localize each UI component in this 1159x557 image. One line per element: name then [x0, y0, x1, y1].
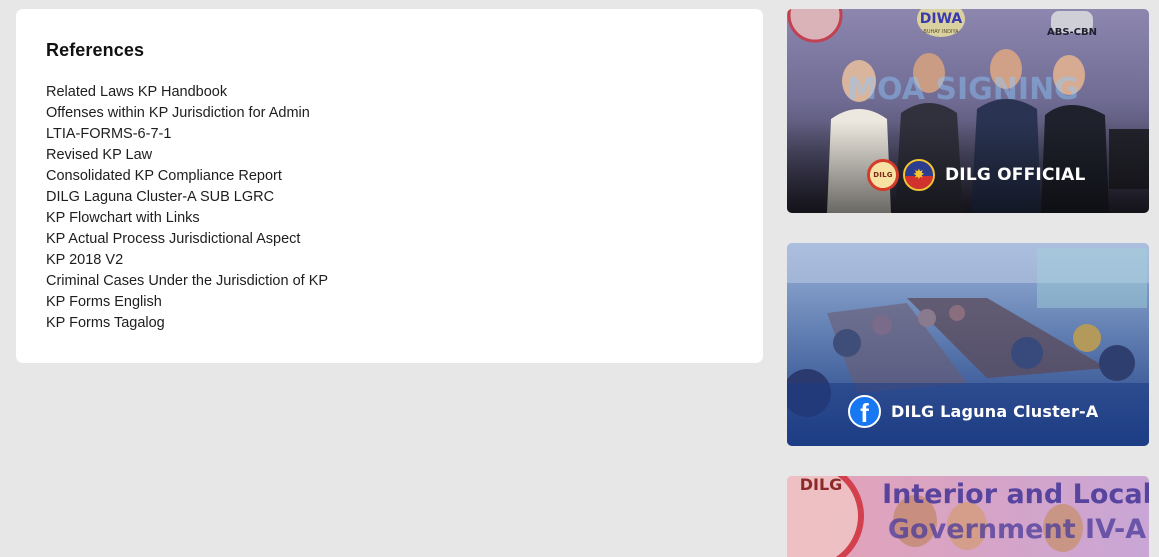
regional-line-2: Government IV-A — [888, 514, 1146, 545]
dilg-seal-text: DILG — [800, 476, 843, 494]
list-item: KP Flowchart with Links — [46, 208, 733, 229]
facebook-page-label: DILG Laguna Cluster-A — [891, 402, 1099, 421]
reference-link[interactable]: DILG Laguna Cluster-A SUB LGRC — [46, 189, 274, 205]
reference-link[interactable]: KP Forms Tagalog — [46, 315, 165, 331]
list-item: Revised KP Law — [46, 145, 733, 166]
list-item: Offenses within KP Jurisdiction for Admi… — [46, 103, 733, 124]
list-item: Consolidated KP Compliance Report — [46, 166, 733, 187]
reference-link[interactable]: Consolidated KP Compliance Report — [46, 168, 282, 184]
regional-office-photo: DILG Interior and Local Government IV-A — [787, 476, 1149, 557]
dilg-seal-icon: DILG — [867, 159, 899, 191]
list-item: KP 2018 V2 — [46, 250, 733, 271]
diwa-logo-sub: BUHAY INDIYA — [923, 29, 959, 35]
diwa-logo: DIWA — [920, 11, 963, 27]
references-card: References Related Laws KP Handbook Offe… — [16, 9, 763, 363]
list-item: KP Actual Process Jurisdictional Aspect — [46, 229, 733, 250]
backdrop-text: MOA SIGNING — [847, 72, 1079, 107]
reference-link[interactable]: Criminal Cases Under the Jurisdiction of… — [46, 273, 328, 289]
reference-link[interactable]: KP 2018 V2 — [46, 252, 123, 268]
list-item: KP Forms Tagalog — [46, 313, 733, 334]
list-item: Related Laws KP Handbook — [46, 82, 733, 103]
reference-link[interactable]: Related Laws KP Handbook — [46, 84, 227, 100]
dilg-official-caption: DILG ✸ DILG OFFICIAL — [867, 159, 1086, 191]
reference-link[interactable]: KP Forms English — [46, 294, 162, 310]
list-item: LTIA-FORMS-6-7-1 — [46, 124, 733, 145]
philippine-seal-icon: ✸ — [903, 159, 935, 191]
references-title: References — [46, 40, 145, 60]
list-item: DILG Laguna Cluster-A SUB LGRC — [46, 187, 733, 208]
dilg-official-banner[interactable]: MOA SIGNING DIWA BUHAY INDIYA ABS-CBN DI… — [787, 9, 1149, 213]
references-list: Related Laws KP Handbook Offenses within… — [46, 82, 733, 334]
reference-link[interactable]: Offenses within KP Jurisdiction for Admi… — [46, 105, 310, 121]
facebook-caption: f DILG Laguna Cluster-A — [848, 395, 1098, 428]
facebook-page-banner[interactable]: f DILG Laguna Cluster-A — [787, 243, 1149, 446]
reference-link[interactable]: Revised KP Law — [46, 147, 152, 163]
list-item: Criminal Cases Under the Jurisdiction of… — [46, 271, 733, 292]
facebook-icon: f — [848, 395, 881, 428]
reference-link[interactable]: LTIA-FORMS-6-7-1 — [46, 126, 171, 142]
list-item: KP Forms English — [46, 292, 733, 313]
reference-link[interactable]: KP Actual Process Jurisdictional Aspect — [46, 231, 300, 247]
regional-line-1: Interior and Local — [882, 479, 1149, 510]
abs-cbn-logo: ABS-CBN — [1047, 27, 1097, 38]
reference-link[interactable]: KP Flowchart with Links — [46, 210, 200, 226]
page: References Related Laws KP Handbook Offe… — [0, 0, 1159, 557]
dilg-official-label: DILG OFFICIAL — [945, 165, 1086, 185]
regional-office-banner[interactable]: DILG Interior and Local Government IV-A — [787, 476, 1149, 557]
